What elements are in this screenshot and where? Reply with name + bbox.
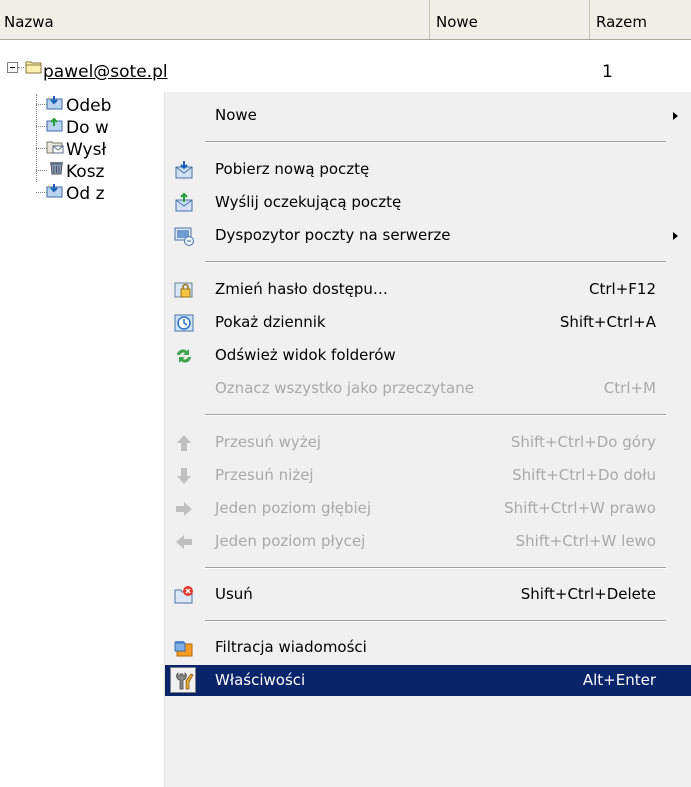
column-name-header[interactable]: Nazwa	[0, 0, 430, 39]
folder-open-icon	[25, 61, 42, 74]
menu-item-get-mail[interactable]: Pobierz nową pocztę	[165, 154, 691, 185]
menu-separator	[205, 567, 666, 569]
menu-item-move-up[interactable]: Przesuń wyżej Shift+Ctrl+Do góry	[165, 427, 691, 458]
menu-item-label: Odśwież widok folderów	[215, 346, 396, 364]
menu-separator	[205, 141, 666, 143]
menu-item-level-shallower[interactable]: Jeden poziom płycej Shift+Ctrl+W lewo	[165, 526, 691, 557]
upload-mail-icon	[175, 193, 193, 212]
arrow-up-icon	[177, 435, 191, 451]
column-new-header[interactable]: Nowe	[430, 0, 590, 39]
menu-item-label: Filtracja wiadomości	[215, 638, 367, 656]
menu-item-server-dispatcher[interactable]: Dyspozytor poczty na serwerze	[165, 220, 691, 251]
log-icon	[174, 314, 194, 332]
lock-icon	[174, 282, 193, 298]
filter-icon	[174, 641, 193, 657]
menu-item-send-pending[interactable]: Wyślij oczekującą pocztę	[165, 187, 691, 218]
menu-item-label: Oznacz wszystko jako przeczytane	[215, 379, 474, 397]
menu-item-label: Właściwości	[215, 671, 306, 689]
arrow-down-icon	[177, 468, 191, 484]
menu-item-label: Jeden poziom płycej	[215, 532, 366, 550]
menu-item-shortcut: Shift+Ctrl+W lewo	[515, 532, 656, 550]
account-folder-label[interactable]: pawel@sote.pl	[43, 61, 168, 83]
submenu-arrow-icon	[673, 232, 678, 240]
menu-item-label: Nowe	[215, 106, 257, 124]
folder-item-label[interactable]: Kosz	[66, 162, 104, 182]
folder-context-menu: Nowe Pobierz nową pocztę Wyślij oczekują…	[164, 92, 691, 787]
outbox-folder-icon	[46, 118, 63, 132]
menu-item-show-log[interactable]: Pokaż dziennik Shift+Ctrl+A	[165, 307, 691, 338]
menu-item-label: Dyspozytor poczty na serwerze	[215, 226, 451, 244]
menu-item-mark-all-read[interactable]: Oznacz wszystko jako przeczytane Ctrl+M	[165, 373, 691, 404]
inbox-folder-icon	[46, 96, 63, 110]
menu-item-shortcut: Ctrl+M	[603, 379, 656, 397]
properties-icon	[176, 672, 194, 690]
server-mail-icon	[174, 227, 194, 246]
folder-item-label[interactable]: Do w	[66, 118, 109, 138]
folder-item-label[interactable]: Od z	[66, 184, 105, 204]
menu-item-shortcut: Shift+Ctrl+W prawo	[504, 499, 656, 517]
menu-separator	[205, 414, 666, 416]
delete-folder-icon	[174, 586, 193, 604]
column-total-header[interactable]: Razem	[590, 0, 691, 39]
menu-item-message-filter[interactable]: Filtracja wiadomości	[165, 632, 691, 663]
arrow-right-icon	[176, 502, 192, 516]
folder-item-label[interactable]: Wysł	[66, 140, 106, 160]
menu-item-label: Przesuń niżej	[215, 466, 314, 484]
menu-item-shortcut: Shift+Ctrl+A	[559, 313, 656, 331]
column-header: Nazwa Nowe Razem	[0, 0, 691, 40]
menu-item-move-down[interactable]: Przesuń niżej Shift+Ctrl+Do dołu	[165, 460, 691, 491]
menu-item-shortcut: Alt+Enter	[582, 671, 656, 689]
refresh-icon	[177, 349, 191, 363]
tree-connector	[36, 94, 37, 182]
menu-separator	[205, 620, 666, 622]
menu-item-shortcut: Shift+Ctrl+Do dołu	[512, 466, 656, 484]
arrow-left-icon	[176, 535, 192, 549]
menu-item-shortcut: Ctrl+F12	[589, 280, 656, 298]
menu-item-properties[interactable]: Właściwości Alt+Enter	[165, 665, 691, 696]
menu-item-label: Jeden poziom głębiej	[215, 499, 372, 517]
sent-folder-icon	[46, 141, 64, 154]
menu-item-label: Usuń	[215, 585, 253, 603]
menu-item-change-password[interactable]: Zmień hasło dostępu… Ctrl+F12	[165, 274, 691, 305]
menu-item-label: Przesuń wyżej	[215, 433, 322, 451]
menu-item-label: Zmień hasło dostępu…	[215, 280, 388, 298]
menu-item-new[interactable]: Nowe	[165, 100, 691, 131]
menu-separator	[205, 261, 666, 263]
account-total-count: 1	[602, 62, 613, 82]
folder-item-label[interactable]: Odeb	[66, 96, 111, 116]
menu-item-level-deeper[interactable]: Jeden poziom głębiej Shift+Ctrl+W prawo	[165, 493, 691, 524]
menu-item-refresh-folders[interactable]: Odśwież widok folderów	[165, 340, 691, 371]
menu-item-shortcut: Shift+Ctrl+Delete	[520, 585, 656, 603]
tree-connector	[36, 170, 47, 171]
menu-item-label: Pokaż dziennik	[215, 313, 326, 331]
collapse-toggle[interactable]	[7, 62, 18, 73]
menu-item-delete[interactable]: Usuń Shift+Ctrl+Delete	[165, 579, 691, 610]
trash-icon	[50, 162, 63, 175]
download-mail-icon	[175, 161, 193, 179]
submenu-arrow-icon	[673, 112, 678, 120]
menu-item-label: Pobierz nową pocztę	[215, 160, 370, 178]
tree-connector	[18, 67, 24, 68]
menu-item-shortcut: Shift+Ctrl+Do góry	[510, 433, 656, 451]
menu-item-label: Wyślij oczekującą pocztę	[215, 193, 402, 211]
inbox-folder-icon	[46, 184, 63, 198]
